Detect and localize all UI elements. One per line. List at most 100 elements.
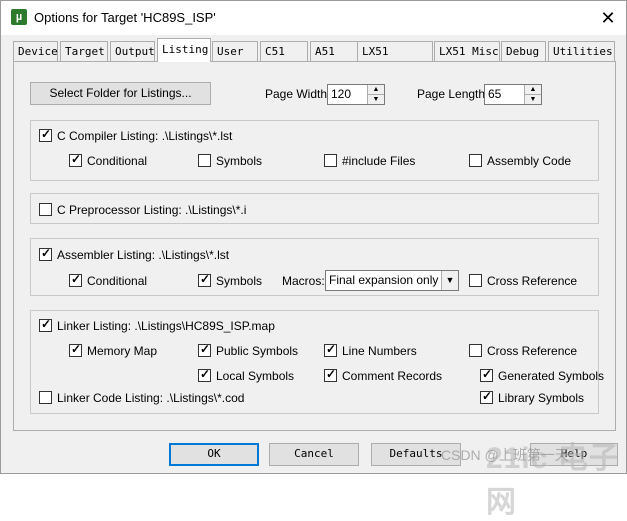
local-symbols-checkbox[interactable]: ✓ [198,367,211,382]
page-width-value: 120 [331,87,352,101]
page-width-spinner[interactable]: 120 ▲ ▼ [327,84,385,105]
tab-target-label: Target [65,45,105,58]
c-compiler-checkbox[interactable]: ✓ [39,127,52,142]
tab-listing[interactable]: Listing [157,38,211,62]
select-folder-label: Select Folder for Listings... [49,86,192,100]
c-include-files-label: #include Files [342,154,416,168]
tab-lx51-misc[interactable]: LX51 Misc [434,41,500,61]
tab-target[interactable]: Target [60,41,108,61]
keil-app-icon: µ [11,9,27,25]
ok-label: OK [207,447,221,460]
c-compiler-label: C Compiler Listing: .\Listings\*.lst [57,129,233,143]
macros-select[interactable]: Final expansion only ▼ [325,270,459,291]
check-icon: ✓ [482,367,493,381]
generated-symbols-checkbox[interactable]: ✓ [480,367,493,382]
asm-cross-reference-checkbox[interactable] [469,274,482,287]
macros-label: Macros: [282,274,325,288]
lnk-cross-reference-checkbox[interactable] [469,344,482,357]
close-icon[interactable]: ✕ [593,5,623,31]
check-icon: ✓ [71,272,82,286]
page-length-value: 65 [488,87,502,101]
local-symbols-label: Local Symbols [216,369,295,383]
cancel-label: Cancel [294,447,334,460]
asm-symbols-label: Symbols [216,274,263,288]
title-bar: µ Options for Target 'HC89S_ISP' ✕ [1,1,626,35]
linker-code-checkbox[interactable] [39,391,52,404]
page-width-down-icon[interactable]: ▼ [368,95,384,104]
tab-listing-label: Listing [162,43,209,56]
page-width-label: Page Width: [265,87,331,101]
watermark-text: CSDN @上班第一天 [441,447,569,463]
tab-c51[interactable]: C51 [260,41,308,61]
close-glyph: ✕ [600,8,616,28]
check-icon: ✓ [41,317,52,331]
library-symbols-checkbox[interactable]: ✓ [480,389,493,404]
check-icon: ✓ [200,367,211,381]
c-include-files-checkbox[interactable] [324,154,337,167]
tab-output-label: Output [115,45,155,58]
cancel-button[interactable]: Cancel [269,443,359,466]
page-length-arrows: ▲ ▼ [524,85,541,104]
c-assembly-code-label: Assembly Code [487,154,572,168]
c-symbols-label: Symbols [216,154,263,168]
check-icon: ✓ [482,389,493,403]
public-symbols-label: Public Symbols [216,344,299,358]
tab-a51-label: A51 [315,45,335,58]
c-preprocessor-label: C Preprocessor Listing: .\Listings\*.i [57,203,247,217]
chevron-down-icon[interactable]: ▼ [441,271,458,290]
lnk-cross-reference-label: Cross Reference [487,344,578,358]
page-length-down-icon[interactable]: ▼ [525,95,541,104]
ok-button[interactable]: OK [169,443,259,466]
check-icon: ✓ [326,342,337,356]
page-length-label: Page Length: [417,87,489,101]
options-dialog: µ Options for Target 'HC89S_ISP' ✕ Devic… [0,0,627,519]
tab-lx51-misc-label: LX51 Misc [439,45,499,58]
check-icon: ✓ [71,152,82,166]
generated-symbols-label: Generated Symbols [498,369,605,383]
page-length-up-icon[interactable]: ▲ [525,85,541,95]
tab-c51-label: C51 [265,45,285,58]
app-icon-glyph: µ [15,11,23,23]
comment-records-checkbox[interactable]: ✓ [324,367,337,382]
line-numbers-label: Line Numbers [342,344,417,358]
asm-symbols-checkbox[interactable]: ✓ [198,272,211,287]
c-assembly-code-checkbox[interactable] [469,154,482,167]
tab-device[interactable]: Device [13,41,58,61]
linker-code-label: Linker Code Listing: .\Listings\*.cod [57,391,245,405]
page-width-arrows: ▲ ▼ [367,85,384,104]
assembler-label: Assembler Listing: .\Listings\*.lst [57,248,230,262]
assembler-checkbox[interactable]: ✓ [39,246,52,261]
asm-conditional-label: Conditional [87,274,148,288]
memory-map-label: Memory Map [87,344,158,358]
c-conditional-checkbox[interactable]: ✓ [69,152,82,167]
page-width-up-icon[interactable]: ▲ [368,85,384,95]
c-symbols-checkbox[interactable] [198,154,211,167]
defaults-label: Defaults [389,447,443,460]
asm-conditional-checkbox[interactable]: ✓ [69,272,82,287]
tab-a51[interactable]: A51 [310,41,358,61]
tab-utilities[interactable]: Utilities [548,41,615,61]
macros-value: Final expansion only [329,273,439,287]
check-icon: ✓ [41,246,52,260]
linker-label: Linker Listing: .\Listings\HC89S_ISP.map [57,319,275,333]
check-icon: ✓ [71,342,82,356]
page-length-spinner[interactable]: 65 ▲ ▼ [484,84,542,105]
check-icon: ✓ [326,367,337,381]
tab-debug-label: Debug [506,45,540,58]
line-numbers-checkbox[interactable]: ✓ [324,342,337,357]
tab-lx51-locate[interactable]: LX51 Locate [357,41,433,78]
check-icon: ✓ [200,272,211,286]
memory-map-checkbox[interactable]: ✓ [69,342,82,357]
linker-checkbox[interactable]: ✓ [39,317,52,332]
asm-cross-reference-label: Cross Reference [487,274,578,288]
tab-debug[interactable]: Debug [501,41,546,61]
c-conditional-label: Conditional [87,154,148,168]
select-folder-button[interactable]: Select Folder for Listings... [30,82,211,105]
tab-user[interactable]: User [212,41,258,61]
public-symbols-checkbox[interactable]: ✓ [198,342,211,357]
tab-output[interactable]: Output [110,41,155,61]
check-icon: ✓ [200,342,211,356]
c-preprocessor-checkbox[interactable] [39,203,52,216]
library-symbols-label: Library Symbols [498,391,585,405]
check-icon: ✓ [41,127,52,141]
